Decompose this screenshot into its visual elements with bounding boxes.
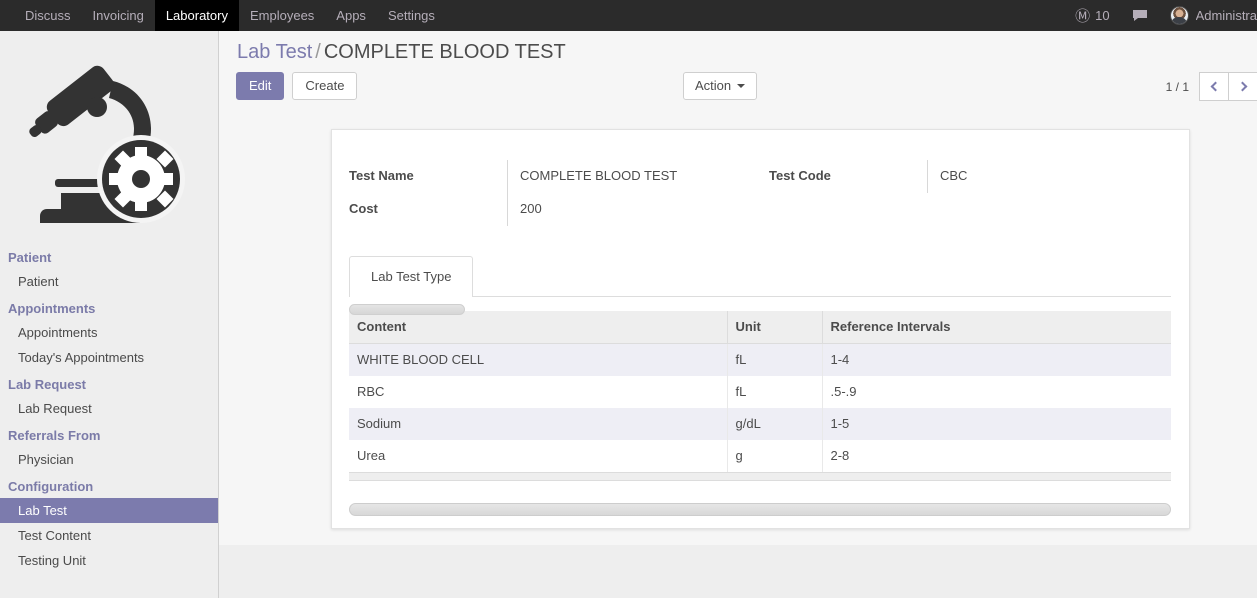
chevron-down-icon (737, 84, 745, 88)
table-row[interactable]: Sodiumg/dL1-5 (349, 408, 1171, 440)
cost-label: Cost (349, 193, 507, 226)
form-sheet: Test Name COMPLETE BLOOD TEST Test Code … (331, 129, 1190, 529)
test-name-label: Test Name (349, 160, 507, 193)
cell-reference-intervals: 2-8 (822, 440, 1171, 472)
table-row[interactable]: Ureag2-8 (349, 440, 1171, 472)
sidebar-item-appointments[interactable]: Appointments (0, 320, 218, 345)
pager-next-button[interactable] (1229, 72, 1257, 101)
cell-unit: g/dL (727, 408, 822, 440)
table-row[interactable]: WHITE BLOOD CELLfL1-4 (349, 344, 1171, 377)
sidebar: PatientPatientAppointmentsAppointmentsTo… (0, 31, 219, 598)
column-header-content[interactable]: Content (349, 311, 727, 344)
test-code-value[interactable]: CBC (927, 160, 1171, 193)
cell-content: WHITE BLOOD CELL (349, 344, 727, 377)
sidebar-section-referrals-from: Referrals From (0, 421, 218, 447)
chevron-right-icon (1237, 82, 1247, 92)
breadcrumb-current: COMPLETE BLOOD TEST (324, 41, 566, 63)
nav-item-apps[interactable]: Apps (325, 0, 377, 31)
form-spacer-label (769, 193, 927, 226)
sidebar-item-physician[interactable]: Physician (0, 447, 218, 472)
nav-item-employees[interactable]: Employees (239, 0, 325, 31)
breadcrumb-root[interactable]: Lab Test (237, 41, 312, 63)
sidebar-section-appointments: Appointments (0, 294, 218, 320)
form-spacer-value (927, 193, 1171, 226)
cell-reference-intervals: 1-5 (822, 408, 1171, 440)
app-logo (0, 31, 218, 243)
edit-button[interactable]: Edit (236, 72, 284, 100)
cell-unit: g (727, 440, 822, 472)
content-area: Lab Test/COMPLETE BLOOD TEST Edit Create… (219, 31, 1257, 545)
nav-item-discuss[interactable]: Discuss (14, 0, 82, 31)
cell-content: Sodium (349, 408, 727, 440)
action-dropdown-button[interactable]: Action (683, 72, 757, 100)
cell-content: RBC (349, 376, 727, 408)
nav-item-laboratory[interactable]: Laboratory (155, 0, 239, 31)
sidebar-item-lab-test[interactable]: Lab Test (0, 498, 218, 523)
column-header-unit[interactable]: Unit (727, 311, 822, 344)
mentions-count: 10 (1095, 8, 1109, 23)
control-panel: Lab Test/COMPLETE BLOOD TEST Edit Create… (219, 31, 1257, 114)
chevron-left-icon (1211, 82, 1221, 92)
test-code-label: Test Code (769, 160, 927, 193)
cell-unit: fL (727, 376, 822, 408)
avatar (1170, 6, 1189, 25)
create-button[interactable]: Create (292, 72, 357, 100)
record-buttons: Edit Create (236, 72, 357, 100)
chat-bubble-icon[interactable] (1120, 9, 1160, 23)
table-horizontal-scrollbar[interactable] (349, 503, 1171, 516)
table-body: WHITE BLOOD CELLfL1-4RBCfL.5-.9Sodiumg/d… (349, 344, 1171, 473)
breadcrumb-separator: / (315, 41, 321, 63)
notebook-scrollbar[interactable] (349, 304, 465, 315)
form-fields: Test Name COMPLETE BLOOD TEST Test Code … (349, 160, 1171, 226)
nav-item-settings[interactable]: Settings (377, 0, 446, 31)
sidebar-section-lab-request: Lab Request (0, 370, 218, 396)
table-header: Content Unit Reference Intervals (349, 311, 1171, 344)
sidebar-item-test-content[interactable]: Test Content (0, 523, 218, 548)
pager: 1 / 1 (1166, 72, 1257, 101)
page-footer (219, 545, 1257, 598)
sidebar-section-configuration: Configuration (0, 472, 218, 498)
pager-previous-button[interactable] (1199, 72, 1229, 101)
notebook: Lab Test Type (349, 256, 1171, 297)
action-label: Action (695, 78, 731, 93)
table-row[interactable]: RBCfL.5-.9 (349, 376, 1171, 408)
tab-lab-test-type[interactable]: Lab Test Type (349, 256, 473, 297)
pager-count: 1 / 1 (1166, 80, 1189, 94)
at-icon: Ⓜ (1075, 5, 1090, 26)
cost-value[interactable]: 200 (507, 193, 769, 226)
mentions-counter[interactable]: Ⓜ 10 (1065, 5, 1119, 26)
cell-reference-intervals: 1-4 (822, 344, 1171, 377)
microscope-gear-icon (25, 51, 193, 223)
sidebar-item-lab-request[interactable]: Lab Request (0, 396, 218, 421)
navbar-systray: Ⓜ 10 Administra (1065, 0, 1257, 31)
sidebar-section-patient: Patient (0, 243, 218, 269)
navbar-menu: DiscussInvoicingLaboratoryEmployeesAppsS… (14, 0, 446, 31)
user-name: Administra (1196, 8, 1257, 23)
nav-item-invoicing[interactable]: Invoicing (82, 0, 155, 31)
test-name-value[interactable]: COMPLETE BLOOD TEST (507, 160, 769, 193)
top-navbar: DiscussInvoicingLaboratoryEmployeesAppsS… (0, 0, 1257, 31)
cell-unit: fL (727, 344, 822, 377)
table-add-row-strip[interactable] (349, 472, 1171, 481)
cell-reference-intervals: .5-.9 (822, 376, 1171, 408)
pager-buttons (1199, 72, 1257, 101)
lab-test-type-table: Content Unit Reference Intervals WHITE B… (349, 311, 1171, 472)
sidebar-item-testing-unit[interactable]: Testing Unit (0, 548, 218, 573)
column-header-reference-intervals[interactable]: Reference Intervals (822, 311, 1171, 344)
table-header-row: Content Unit Reference Intervals (349, 311, 1171, 344)
breadcrumb: Lab Test/COMPLETE BLOOD TEST (237, 41, 566, 64)
sidebar-item-patient[interactable]: Patient (0, 269, 218, 294)
user-menu[interactable]: Administra (1160, 6, 1257, 25)
sidebar-item-today-s-appointments[interactable]: Today's Appointments (0, 345, 218, 370)
cell-content: Urea (349, 440, 727, 472)
sidebar-menu: PatientPatientAppointmentsAppointmentsTo… (0, 243, 218, 573)
